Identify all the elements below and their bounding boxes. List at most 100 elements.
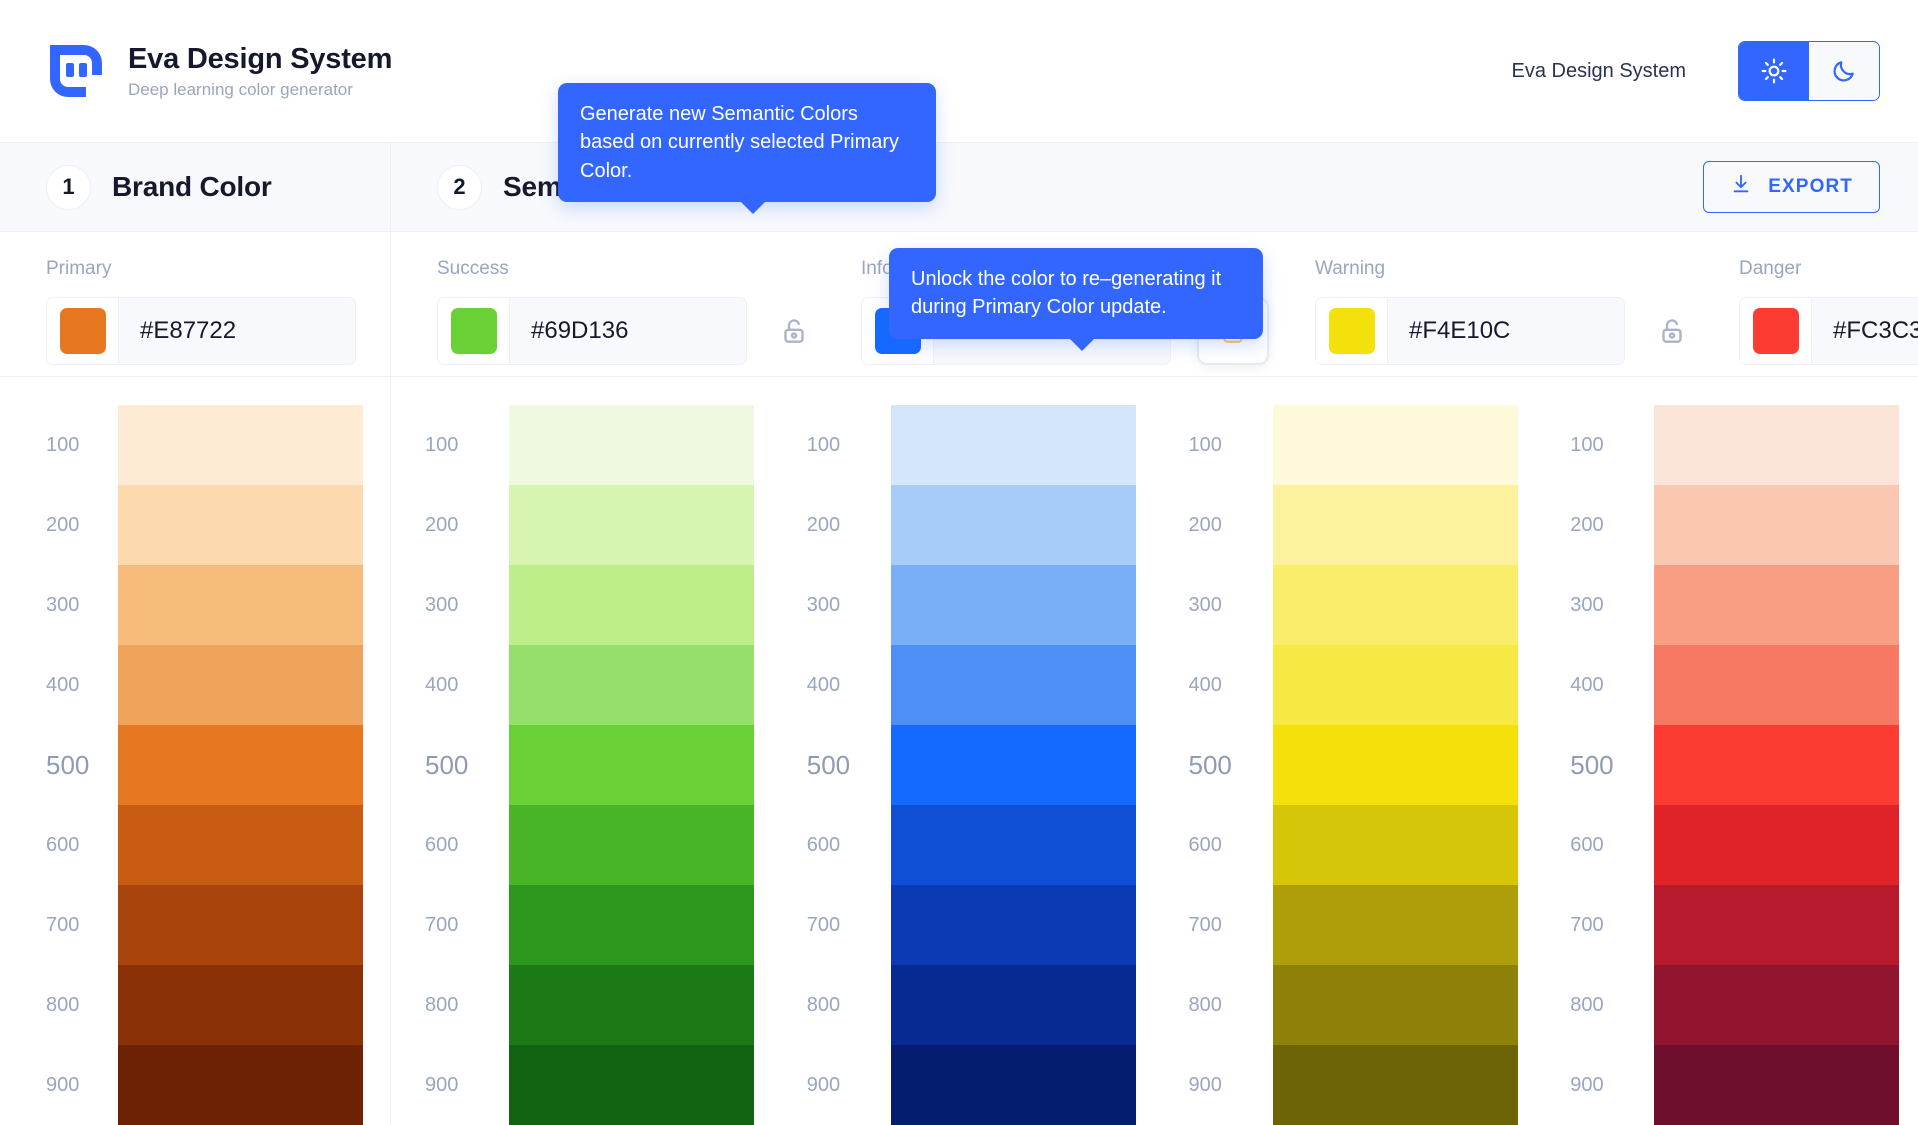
color-swatch-button[interactable] <box>47 298 119 364</box>
hex-value-input[interactable]: #69D136 <box>510 298 746 364</box>
shade-label: 900 <box>1189 1045 1273 1125</box>
shade-label: 100 <box>1189 405 1273 485</box>
shade-swatch[interactable] <box>1273 725 1518 805</box>
shade-swatch[interactable] <box>118 565 363 645</box>
shade-label: 500 <box>807 725 891 805</box>
color-field-row: #F4E10C <box>1315 297 1693 365</box>
shade-swatch[interactable] <box>118 645 363 725</box>
shade-label: 200 <box>46 485 118 565</box>
shade-swatch[interactable] <box>118 805 363 885</box>
shade-stack <box>1273 405 1518 1125</box>
shade-swatch[interactable] <box>509 805 754 885</box>
shade-swatch[interactable] <box>509 565 754 645</box>
shade-label-column: 100200300400500600700800900 <box>773 405 891 1125</box>
color-input-success[interactable]: #69D136 <box>437 297 747 365</box>
shade-swatch[interactable] <box>118 965 363 1045</box>
shade-swatch[interactable] <box>1273 885 1518 965</box>
shade-swatch[interactable] <box>118 1045 363 1125</box>
hex-value-input[interactable]: #FC3C32 <box>1812 298 1918 364</box>
header-app-name: Eva Design System <box>1511 60 1686 83</box>
shade-swatch[interactable] <box>891 645 1136 725</box>
shade-swatch[interactable] <box>509 885 754 965</box>
color-swatch-button[interactable] <box>438 298 510 364</box>
shade-label: 300 <box>807 565 891 645</box>
shade-swatch[interactable] <box>891 1045 1136 1125</box>
step-brand-color: 1 Brand Color <box>0 143 391 231</box>
color-field-row: #69D136 <box>437 297 815 365</box>
shade-label: 500 <box>46 725 118 805</box>
shade-swatch[interactable] <box>1273 485 1518 565</box>
shade-label: 500 <box>425 725 509 805</box>
unlock-icon[interactable] <box>1651 310 1693 352</box>
theme-toggle[interactable] <box>1738 41 1880 101</box>
color-field-danger: Danger#FC3C32 <box>1693 232 1918 376</box>
hex-value-input[interactable]: #F4E10C <box>1388 298 1624 364</box>
shade-swatch[interactable] <box>891 565 1136 645</box>
shade-swatch[interactable] <box>118 405 363 485</box>
generate-tooltip: Generate new Semantic Colors based on cu… <box>558 83 936 202</box>
shade-swatch[interactable] <box>1654 965 1899 1045</box>
shade-swatch[interactable] <box>1654 805 1899 885</box>
shade-swatch[interactable] <box>1654 565 1899 645</box>
shade-swatch[interactable] <box>1654 485 1899 565</box>
unlock-tooltip: Unlock the color to re–generating it dur… <box>889 248 1263 339</box>
color-field-label: Primary <box>46 258 390 280</box>
shade-swatch[interactable] <box>891 805 1136 885</box>
shade-label: 100 <box>425 405 509 485</box>
shade-label-column: 100200300400500600700800900 <box>391 405 509 1125</box>
shade-label: 400 <box>425 645 509 725</box>
shade-swatch[interactable] <box>1654 405 1899 485</box>
shade-swatch[interactable] <box>891 405 1136 485</box>
shade-swatch[interactable] <box>1273 965 1518 1045</box>
shade-label: 100 <box>46 405 118 485</box>
color-input-danger[interactable]: #FC3C32 <box>1739 297 1918 365</box>
brand-text: Eva Design System Deep learning color ge… <box>128 43 392 100</box>
shade-swatch[interactable] <box>1654 1045 1899 1125</box>
step-bar: 1 Brand Color 2 Semantic Colors <box>0 143 1918 232</box>
theme-dark-button[interactable] <box>1809 42 1879 100</box>
color-input-warning[interactable]: #F4E10C <box>1315 297 1625 365</box>
shade-swatch[interactable] <box>1273 805 1518 885</box>
shade-swatch[interactable] <box>1654 885 1899 965</box>
shade-swatch[interactable] <box>1273 1045 1518 1125</box>
shade-swatch[interactable] <box>509 645 754 725</box>
unlock-icon[interactable] <box>773 310 815 352</box>
color-swatch-button[interactable] <box>1740 298 1812 364</box>
shade-swatch[interactable] <box>891 885 1136 965</box>
shade-swatch[interactable] <box>118 725 363 805</box>
shade-swatch[interactable] <box>509 965 754 1045</box>
shade-swatch[interactable] <box>509 405 754 485</box>
color-swatch-button[interactable] <box>1316 298 1388 364</box>
shade-label: 700 <box>807 885 891 965</box>
shade-swatch[interactable] <box>118 485 363 565</box>
shade-swatch[interactable] <box>1654 645 1899 725</box>
export-button[interactable]: EXPORT <box>1703 161 1880 213</box>
shade-label: 200 <box>1189 485 1273 565</box>
shade-swatch[interactable] <box>509 1045 754 1125</box>
shade-stack <box>118 405 363 1125</box>
shade-label: 700 <box>1189 885 1273 965</box>
shade-swatch[interactable] <box>509 485 754 565</box>
hex-value-input[interactable]: #E87722 <box>119 298 355 364</box>
shade-label: 700 <box>1570 885 1654 965</box>
color-input-primary[interactable]: #E87722 <box>46 297 356 365</box>
eva-design-system-app: Generate new Semantic Colors based on cu… <box>0 0 1918 1125</box>
shade-swatch[interactable] <box>891 965 1136 1045</box>
shade-label: 400 <box>1189 645 1273 725</box>
shade-swatch[interactable] <box>509 725 754 805</box>
shade-label: 700 <box>46 885 118 965</box>
shade-swatch[interactable] <box>891 485 1136 565</box>
shade-stack <box>1654 405 1899 1125</box>
shade-label-column: 100200300400500600700800900 <box>1155 405 1273 1125</box>
shade-swatch[interactable] <box>1654 725 1899 805</box>
shade-swatch[interactable] <box>1273 645 1518 725</box>
export-button-label: EXPORT <box>1768 176 1853 198</box>
shade-swatch[interactable] <box>1273 405 1518 485</box>
shade-label: 400 <box>46 645 118 725</box>
shade-label: 200 <box>1570 485 1654 565</box>
palette-primary: 100200300400500600700800900 <box>0 377 391 1125</box>
shade-swatch[interactable] <box>1273 565 1518 645</box>
shade-swatch[interactable] <box>118 885 363 965</box>
shade-swatch[interactable] <box>891 725 1136 805</box>
theme-light-button[interactable] <box>1739 42 1809 100</box>
